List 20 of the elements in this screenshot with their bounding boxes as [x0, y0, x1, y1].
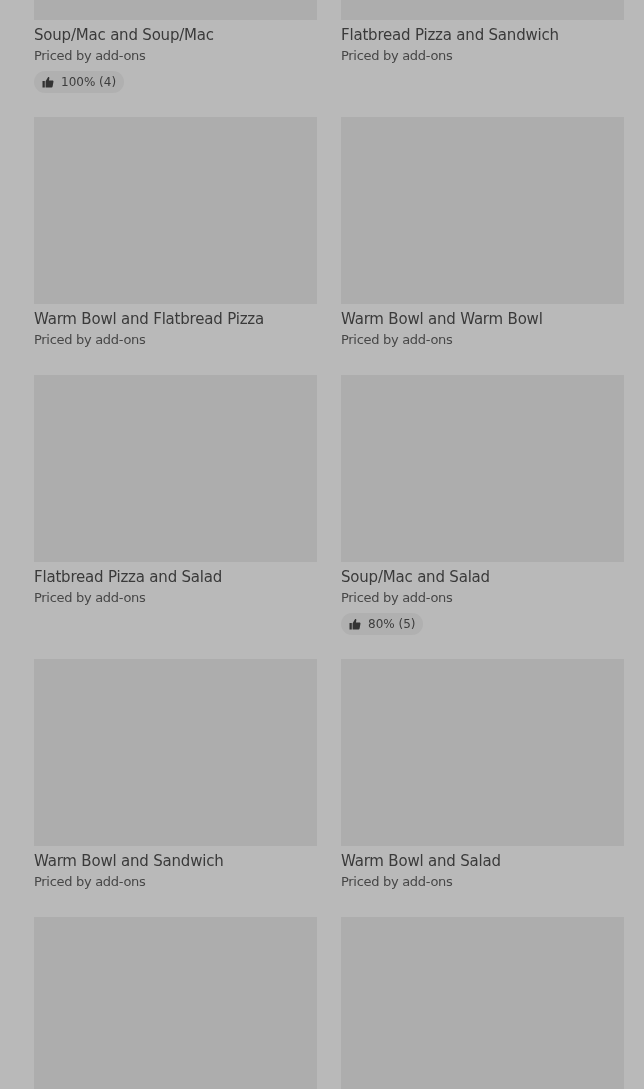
item-title[interactable]: Warm Bowl and Sandwich [34, 851, 224, 871]
item-title[interactable]: Warm Bowl and Salad [341, 851, 501, 871]
item-price-note: Priced by add-ons [34, 873, 146, 891]
thumbs-up-icon [349, 618, 361, 630]
item-price-note: Priced by add-ons [341, 47, 453, 65]
item-price-note: Priced by add-ons [341, 331, 453, 349]
item-price-note: Priced by add-ons [34, 331, 146, 349]
item-price-note: Priced by add-ons [341, 873, 453, 891]
item-title[interactable]: Flatbread Pizza and Sandwich [341, 25, 559, 45]
item-price-note: Priced by add-ons [34, 47, 146, 65]
rating-text: 100% (4) [61, 75, 117, 89]
item-title[interactable]: Flatbread Pizza and Salad [34, 567, 223, 587]
item-title[interactable]: Soup/Mac and Soup/Mac [34, 25, 214, 45]
item-title[interactable]: Soup/Mac and Salad [341, 567, 490, 587]
item-title[interactable]: Warm Bowl and Flatbread Pizza [34, 309, 264, 329]
rating-text: 80% (5) [368, 617, 416, 631]
thumbs-up-icon [42, 76, 54, 88]
item-price-note: Priced by add-ons [34, 589, 146, 607]
item-price-note: Priced by add-ons [341, 589, 453, 607]
item-title[interactable]: Warm Bowl and Warm Bowl [341, 309, 543, 329]
